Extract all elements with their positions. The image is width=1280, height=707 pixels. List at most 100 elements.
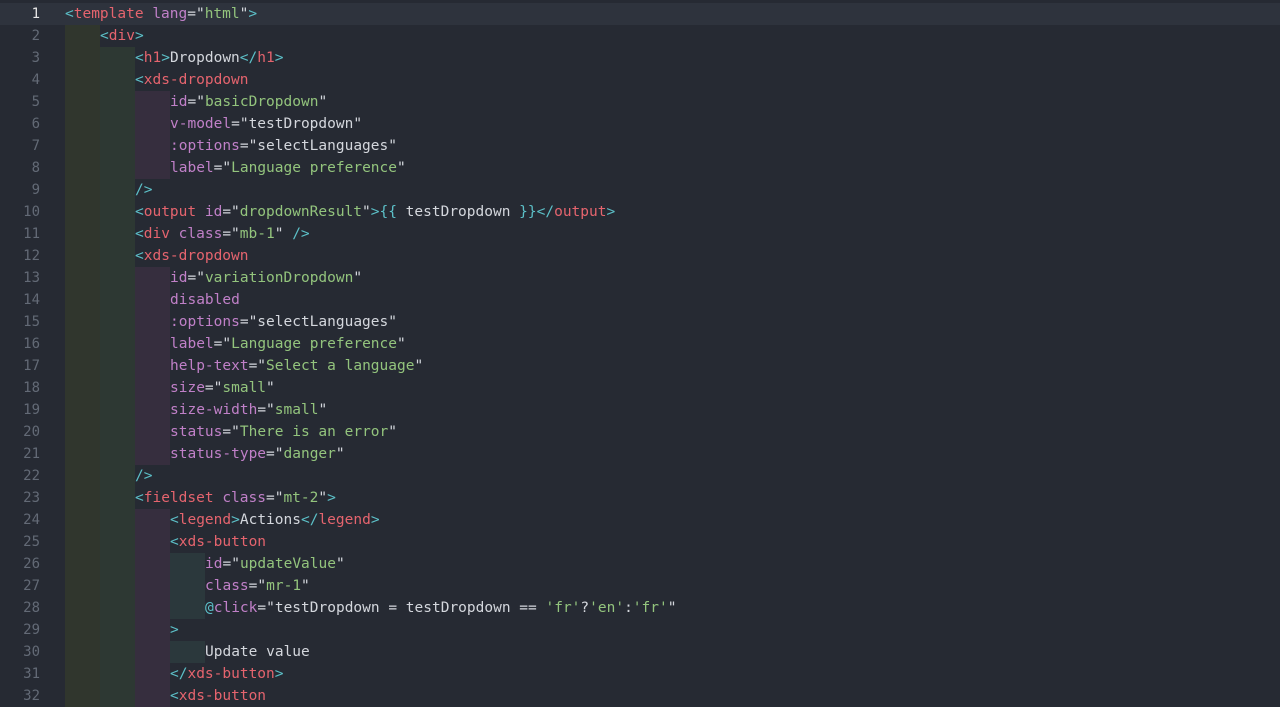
punctuation-token: > <box>134 28 144 44</box>
code-line[interactable]: 10 <output id="dropdownResult">{{ testDro… <box>0 201 1280 223</box>
line-number[interactable]: 5 <box>0 91 40 113</box>
code-line[interactable]: 6 v-model="testDropdown" <box>0 113 1280 135</box>
indent-guide <box>100 487 135 509</box>
code-line[interactable]: 27 class="mr-1" <box>0 575 1280 597</box>
code-line[interactable]: 11 <div class="mb-1" /> <box>0 223 1280 245</box>
code-line[interactable]: 5 id="basicDropdown" <box>0 91 1280 113</box>
line-number[interactable]: 2 <box>0 25 40 47</box>
line-number[interactable]: 21 <box>0 443 40 465</box>
line-number[interactable]: 29 <box>0 619 40 641</box>
code-line[interactable]: 13 id="variationDropdown" <box>0 267 1280 289</box>
line-number[interactable]: 15 <box>0 311 40 333</box>
code-line[interactable]: 8 label="Language preference" <box>0 157 1280 179</box>
code-line[interactable]: 14 disabled <box>0 289 1280 311</box>
code-line[interactable]: 31 </xds-button> <box>0 663 1280 685</box>
line-number[interactable]: 18 <box>0 377 40 399</box>
code-text: help-text="Select a language" <box>170 355 423 377</box>
attribute-name-token: lang <box>152 6 188 22</box>
text-token: " <box>388 424 397 440</box>
indent-guide <box>135 509 170 531</box>
indent-guide <box>100 553 135 575</box>
line-number[interactable]: 14 <box>0 289 40 311</box>
line-number[interactable]: 3 <box>0 47 40 69</box>
code-line[interactable]: 30 Update value <box>0 641 1280 663</box>
line-number[interactable]: 32 <box>0 685 40 707</box>
line-number[interactable]: 28 <box>0 597 40 619</box>
line-number[interactable]: 13 <box>0 267 40 289</box>
code-editor[interactable]: 1 <template lang="html"> 2 <div> 3 <h1>Dropdo… <box>0 0 1280 707</box>
code-line[interactable]: 18 size="small" <box>0 377 1280 399</box>
code-text: </xds-button> <box>170 663 284 685</box>
code-line[interactable]: 19 size-width="small" <box>0 399 1280 421</box>
code-line[interactable]: 26 id="updateValue" <box>0 553 1280 575</box>
line-number[interactable]: 9 <box>0 179 40 201</box>
text-token: =" <box>266 446 284 462</box>
line-number[interactable]: 6 <box>0 113 40 135</box>
indent-guide <box>65 619 100 641</box>
line-number[interactable]: 10 <box>0 201 40 223</box>
code-line[interactable]: 16 label="Language preference" <box>0 333 1280 355</box>
code-line[interactable]: 29 > <box>0 619 1280 641</box>
text-token: =" <box>187 6 205 22</box>
attribute-name-token: status <box>170 424 223 440</box>
text-token: Dropdown <box>169 50 240 66</box>
line-number[interactable]: 26 <box>0 553 40 575</box>
attribute-name-token: disabled <box>170 292 240 308</box>
code-line[interactable]: 25 <xds-button <box>0 531 1280 553</box>
code-text: id="updateValue" <box>205 553 345 575</box>
indent-guide <box>65 333 100 355</box>
line-number[interactable]: 24 <box>0 509 40 531</box>
code-line[interactable]: 28 @click="testDropdown = testDropdown ==… <box>0 597 1280 619</box>
code-line[interactable]: 3 <h1>Dropdown</h1> <box>0 47 1280 69</box>
indent-guide <box>100 663 135 685</box>
code-line[interactable]: 32 <xds-button <box>0 685 1280 707</box>
code-line[interactable]: 22 /> <box>0 465 1280 487</box>
code-line[interactable]: 20 status="There is an error" <box>0 421 1280 443</box>
code-line[interactable]: 15:options="selectLanguages" <box>0 311 1280 333</box>
string-token: 'fr' <box>632 600 668 616</box>
code-line[interactable]: 24 <legend>Actions</legend> <box>0 509 1280 531</box>
attribute-name-token: click <box>213 600 258 616</box>
line-number[interactable]: 8 <box>0 157 40 179</box>
code-line[interactable]: 12 <xds-dropdown <box>0 245 1280 267</box>
code-line[interactable]: 9 /> <box>0 179 1280 201</box>
text-token: =" <box>222 226 240 242</box>
text-token: " <box>335 556 345 572</box>
line-number[interactable]: 31 <box>0 663 40 685</box>
code-line[interactable]: 23 <fieldset class="mt-2"> <box>0 487 1280 509</box>
line-number[interactable]: 25 <box>0 531 40 553</box>
line-number[interactable]: 19 <box>0 399 40 421</box>
code-line[interactable]: 17 help-text="Select a language" <box>0 355 1280 377</box>
punctuation-token: < <box>135 204 144 220</box>
line-number[interactable]: 30 <box>0 641 40 663</box>
indent-guide <box>135 443 170 465</box>
indent-guide <box>100 399 135 421</box>
indent-guide <box>100 685 135 707</box>
line-number[interactable]: 17 <box>0 355 40 377</box>
line-number[interactable]: 23 <box>0 487 40 509</box>
indent-guide <box>100 113 135 135</box>
text-token: " <box>362 204 371 220</box>
line-number[interactable]: 12 <box>0 245 40 267</box>
code-text: v-model="testDropdown" <box>170 113 362 135</box>
line-number[interactable]: 4 <box>0 69 40 91</box>
punctuation-token: /> <box>292 226 310 242</box>
code-line[interactable]: 7:options="selectLanguages" <box>0 135 1280 157</box>
line-number[interactable]: 22 <box>0 465 40 487</box>
code-line[interactable]: 4 <xds-dropdown <box>0 69 1280 91</box>
code-text: /> <box>135 179 152 201</box>
code-line[interactable]: 2 <div> <box>0 25 1280 47</box>
line-number[interactable]: 27 <box>0 575 40 597</box>
punctuation-token: </ <box>300 512 319 528</box>
indent-guide <box>65 179 100 201</box>
line-number[interactable]: 1 <box>0 3 40 25</box>
line-number[interactable]: 20 <box>0 421 40 443</box>
code-line[interactable]: 1 <template lang="html"> <box>0 3 1280 25</box>
code-line[interactable]: 21 status-type="danger" <box>0 443 1280 465</box>
string-token: Select a language <box>266 358 415 374</box>
line-number[interactable]: 16 <box>0 333 40 355</box>
line-number[interactable]: 7 <box>0 135 40 157</box>
line-number[interactable]: 11 <box>0 223 40 245</box>
